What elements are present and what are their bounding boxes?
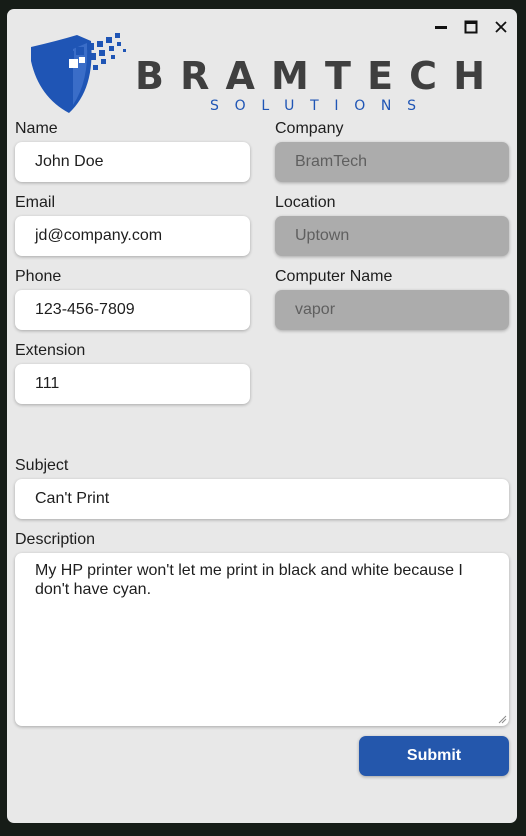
phone-label: Phone xyxy=(15,268,62,285)
description-textarea[interactable]: My HP printer won't let me print in blac… xyxy=(15,553,509,726)
description-label: Description xyxy=(15,531,96,548)
extension-label: Extension xyxy=(15,342,86,359)
logo-tagline: SOLUTIONS xyxy=(210,98,416,114)
location-field: Uptown xyxy=(275,216,509,256)
close-button[interactable] xyxy=(493,19,509,35)
computer-name-field: vapor xyxy=(275,290,509,330)
company-field: BramTech xyxy=(275,142,509,182)
name-field[interactable]: John Doe xyxy=(15,142,250,182)
company-label: Company xyxy=(275,120,344,137)
extension-field[interactable]: 111 xyxy=(15,364,250,404)
name-label: Name xyxy=(15,120,58,137)
logo-brand: BRAMTECH xyxy=(135,54,485,98)
subject-label: Subject xyxy=(15,457,69,474)
bramtech-logo: BRAMTECH SOLUTIONS xyxy=(31,33,485,114)
submit-button[interactable]: Submit xyxy=(359,736,509,776)
email-label: Email xyxy=(15,194,56,211)
resize-grip-icon[interactable] xyxy=(498,715,507,724)
subject-field[interactable]: Can't Print xyxy=(15,479,509,519)
location-label: Location xyxy=(275,194,336,211)
email-field[interactable]: jd@company.com xyxy=(15,216,250,256)
close-icon xyxy=(495,21,507,33)
description-text: My HP printer won't let me print in blac… xyxy=(35,562,463,598)
ticket-window: BRAMTECH SOLUTIONS Name John Doe Email j… xyxy=(7,9,517,823)
computer-name-label: Computer Name xyxy=(275,268,393,285)
phone-field[interactable]: 123-456-7809 xyxy=(15,290,250,330)
